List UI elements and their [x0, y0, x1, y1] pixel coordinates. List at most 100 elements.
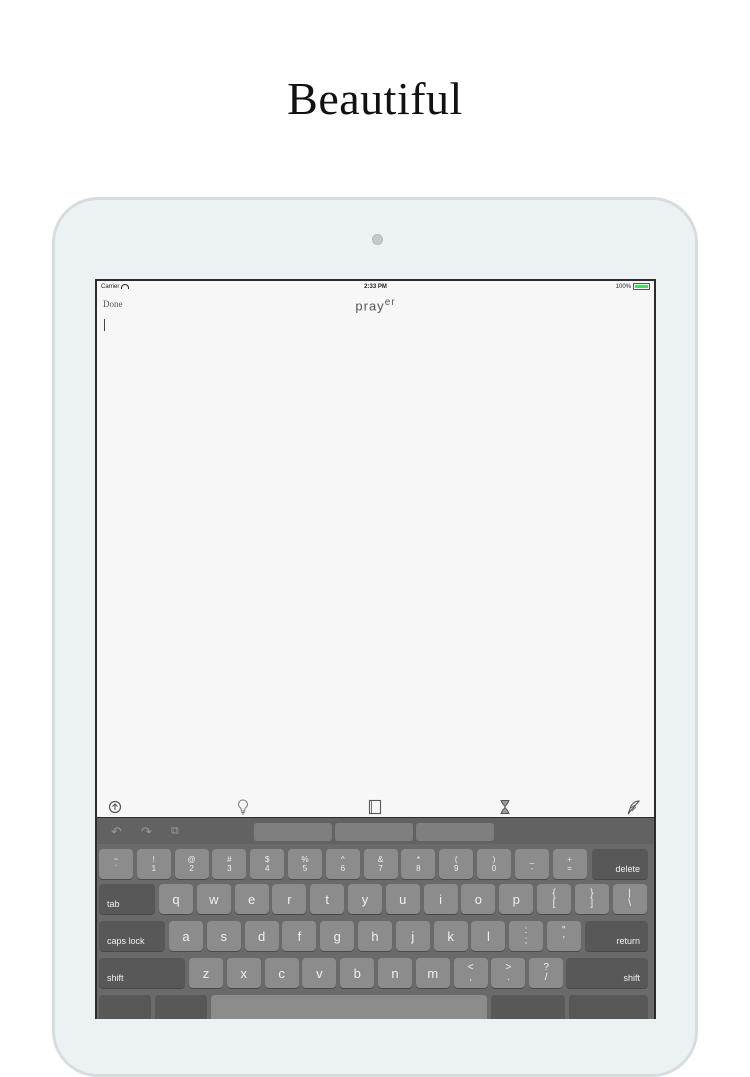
- key-num-0[interactable]: ~ `: [99, 849, 133, 879]
- key-e[interactable]: e: [234, 884, 269, 914]
- add-circle-icon[interactable]: [107, 799, 123, 815]
- key-bottom-glyph: ]: [590, 898, 594, 909]
- tablet-screen: Carrier 2:33 PM 100% Done prayer ↶ ↷ ⧉ d…: [95, 279, 656, 1019]
- key-num-9[interactable]: (9: [439, 849, 474, 879]
- app-title-super: er: [384, 297, 396, 308]
- suggestion-slot-3[interactable]: [416, 823, 494, 841]
- key-bracket-2[interactable]: | \: [612, 884, 647, 914]
- key-a[interactable]: a: [169, 921, 203, 951]
- key-top-glyph: (: [454, 855, 458, 864]
- key-num-10[interactable]: ) 0: [477, 849, 511, 879]
- key-z[interactable]: z: [189, 958, 223, 988]
- key-j[interactable]: j: [395, 921, 430, 951]
- caps-lock-key[interactable]: caps lock: [99, 921, 165, 951]
- keyboard-hide-key[interactable]: [569, 995, 648, 1019]
- front-camera: [372, 234, 383, 245]
- shift-key-left[interactable]: shift: [99, 958, 185, 988]
- key-bottom-glyph: ': [562, 935, 565, 946]
- editor-toolbar: [97, 796, 654, 818]
- key-num-1[interactable]: ! 1: [136, 849, 171, 879]
- key-bottom-glyph: 6: [340, 864, 346, 873]
- numbers-key[interactable]: [155, 995, 207, 1019]
- delete-key[interactable]: delete: [592, 849, 648, 879]
- key-bottom-glyph: 0: [491, 864, 497, 873]
- key-i[interactable]: i: [423, 884, 458, 914]
- paste-icon[interactable]: ⧉: [171, 825, 179, 838]
- key-top-glyph: %: [301, 855, 309, 864]
- key-num-3[interactable]: #3: [212, 849, 247, 879]
- key-bottom-glyph: 9: [453, 864, 459, 873]
- key-symbol-1[interactable]: >.: [491, 958, 526, 988]
- key-num-11[interactable]: _ -: [514, 849, 549, 879]
- globe-key[interactable]: [99, 995, 151, 1019]
- key-top-glyph: @: [187, 855, 196, 864]
- app-title-main: pray: [355, 298, 385, 314]
- key-top-glyph: _: [529, 855, 535, 864]
- quill-pen-icon[interactable]: [625, 799, 641, 815]
- key-bottom-glyph: 5: [302, 864, 308, 873]
- key-bracket-0[interactable]: {[: [537, 884, 571, 914]
- key-num-6[interactable]: ^ 6: [325, 849, 360, 879]
- key-g[interactable]: g: [320, 921, 355, 951]
- key-r[interactable]: r: [272, 884, 307, 914]
- hourglass-icon[interactable]: [497, 799, 513, 815]
- key-bottom-glyph: \: [628, 898, 631, 909]
- lightbulb-icon[interactable]: [235, 799, 251, 815]
- prayer-app: Carrier 2:33 PM 100% Done prayer: [97, 281, 654, 817]
- shift-key-right[interactable]: shift: [566, 958, 648, 988]
- key-q[interactable]: q: [159, 884, 193, 914]
- key-num-5[interactable]: % 5: [288, 849, 322, 879]
- key-num-4[interactable]: $4: [250, 849, 285, 879]
- key-num-12[interactable]: + =: [552, 849, 587, 879]
- key-m[interactable]: m: [415, 958, 450, 988]
- undo-icon[interactable]: ↶: [111, 824, 122, 840]
- tab-key[interactable]: tab: [99, 884, 155, 914]
- suggestion-slot-2[interactable]: [335, 823, 413, 841]
- key-f[interactable]: f: [282, 921, 317, 951]
- key-k[interactable]: k: [433, 921, 468, 951]
- key-v[interactable]: v: [302, 958, 337, 988]
- key-symbol-0[interactable]: <,: [453, 958, 488, 988]
- key-p[interactable]: p: [499, 884, 534, 914]
- battery-percent: 100%: [615, 283, 631, 290]
- key-bottom-glyph: -: [530, 864, 534, 873]
- key-top-glyph: ): [492, 855, 496, 864]
- key-top-glyph: ~: [113, 855, 119, 864]
- key-num-8[interactable]: * 8: [401, 849, 436, 879]
- key-u[interactable]: u: [385, 884, 420, 914]
- key-c[interactable]: c: [264, 958, 299, 988]
- key-bottom-glyph: `: [114, 864, 118, 873]
- numbers-key-right[interactable]: [491, 995, 565, 1019]
- prayer-text-area[interactable]: [97, 313, 654, 793]
- key-s[interactable]: s: [206, 921, 241, 951]
- book-icon[interactable]: [367, 799, 383, 815]
- key-symbol-2[interactable]: ? /: [529, 958, 564, 988]
- battery-icon: [633, 283, 650, 290]
- suggestion-slot-1[interactable]: [254, 823, 332, 841]
- key-num-2[interactable]: @2: [174, 849, 209, 879]
- redo-icon[interactable]: ↷: [141, 824, 152, 840]
- key-w[interactable]: w: [196, 884, 231, 914]
- key-top-glyph: $: [264, 855, 270, 864]
- key-bottom-glyph: 2: [189, 864, 194, 873]
- return-key[interactable]: return: [585, 921, 648, 951]
- key-bracket-1[interactable]: }]: [574, 884, 609, 914]
- key-top-glyph: &: [377, 855, 384, 864]
- key-punct-1[interactable]: " ': [546, 921, 581, 951]
- key-top-glyph: !: [152, 855, 155, 864]
- app-title: prayer: [97, 297, 654, 313]
- key-bottom-glyph: 7: [378, 864, 383, 873]
- key-t[interactable]: t: [310, 884, 345, 914]
- key-h[interactable]: h: [358, 921, 392, 951]
- key-x[interactable]: x: [226, 958, 261, 988]
- key-l[interactable]: l: [471, 921, 506, 951]
- space-key[interactable]: [211, 995, 487, 1019]
- key-o[interactable]: o: [461, 884, 496, 914]
- key-b[interactable]: b: [340, 958, 375, 988]
- key-num-7[interactable]: & 7: [363, 849, 398, 879]
- key-d[interactable]: d: [244, 921, 279, 951]
- key-y[interactable]: y: [348, 884, 382, 914]
- key-punct-0[interactable]: :;: [509, 921, 543, 951]
- key-bottom-glyph: =: [567, 864, 572, 873]
- key-n[interactable]: n: [378, 958, 412, 988]
